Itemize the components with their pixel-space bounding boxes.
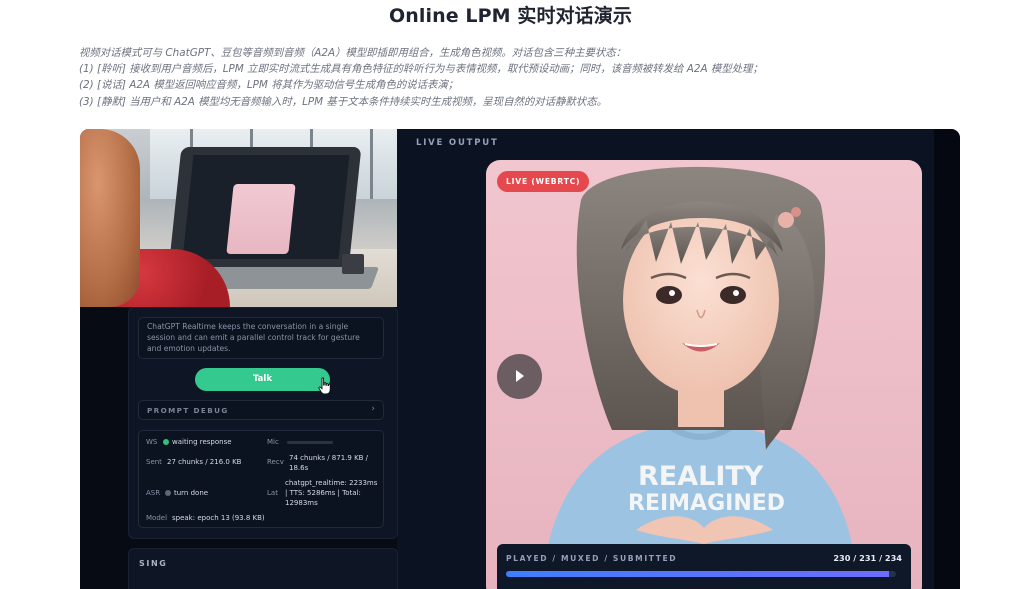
status-dot-icon [163, 439, 169, 445]
demo-video-panel: ChatGPT Realtime keeps the conversation … [80, 129, 960, 589]
camera-speaker [342, 254, 364, 274]
avatar-figure: REALITY REIMAGINED [541, 166, 858, 589]
model-value: speak: epoch 13 (93.8 KB) [172, 514, 265, 522]
prompt-debug-label: PROMPT DEBUG [147, 406, 229, 415]
description-line: (3) [静默] 当用户和 A2A 模型均无音频输入时，LPM 基于文本条件持续… [79, 95, 607, 108]
asr-status: turn done [165, 489, 208, 497]
hand-cursor-icon [318, 377, 331, 395]
sent-label: Sent [146, 458, 162, 466]
play-icon [516, 370, 524, 382]
description-line: 视频对话模式可与 ChatGPT、豆包等音频到音频（A2A）模型即插即用组合，生… [79, 47, 627, 59]
camera-laptop-avatar [226, 184, 296, 254]
recv-label: Recv [267, 458, 284, 466]
lat-label: Lat [267, 489, 278, 497]
recv-value: 74 chunks / 871.9 KB / 18.6s [289, 454, 369, 473]
talk-button[interactable]: Talk [195, 368, 330, 391]
ws-label: WS [146, 438, 158, 446]
progress-fill [506, 571, 890, 577]
live-video[interactable]: REALITY REIMAGINED LIVE (WEBRTC) [486, 160, 922, 589]
progress-track [506, 571, 896, 577]
description-line: (1) [聆听] 接收到用户音频后，LPM 立即实时流式生成具有角色特征的聆听行… [79, 63, 763, 76]
description-line: (2) [说话] A2A 模型返回响应音频，LPM 将其作为驱动信号生成角色的说… [79, 79, 459, 92]
asr-label: ASR [146, 489, 161, 497]
live-badge: LIVE (WEBRTC) [497, 171, 590, 192]
progress-label: PLAYED / MUXED / SUBMITTED [506, 554, 678, 563]
sent-value: 27 chunks / 216.0 KB [167, 458, 242, 466]
description: 视频对话模式可与 ChatGPT、豆包等音频到音频（A2A）模型即插即用组合，生… [79, 45, 979, 110]
chevron-right-icon: › [371, 404, 375, 414]
page-title: Online LPM 实时对话演示 [389, 5, 632, 27]
camera-user-hair [80, 129, 140, 307]
ws-status: waiting response [163, 438, 232, 446]
status-panel: WS waiting response Mic Sent 27 chunks /… [138, 430, 384, 528]
live-output-label: LIVE OUTPUT [416, 138, 499, 148]
mic-level-meter [287, 441, 333, 444]
playback-progress-card: PLAYED / MUXED / SUBMITTED 230 / 231 / 2… [497, 544, 911, 589]
progress-count: 230 / 231 / 234 [833, 553, 902, 563]
model-label: Model [146, 514, 168, 522]
mic-label: Mic [267, 438, 279, 446]
shirt-text-line1: REALITY [638, 461, 764, 492]
sing-section[interactable]: SING [128, 548, 398, 589]
prompt-debug-toggle[interactable]: PROMPT DEBUG › [138, 400, 384, 420]
camera-inset [80, 129, 397, 307]
ws-value: waiting response [172, 438, 232, 446]
control-note: ChatGPT Realtime keeps the conversation … [138, 317, 384, 359]
play-button[interactable] [497, 354, 542, 399]
status-dot-icon [165, 490, 171, 496]
lat-value: chatgpt_realtime: 2233ms | TTS: 5286ms |… [285, 479, 378, 508]
asr-value: turn done [174, 489, 209, 497]
right-edge-strip [934, 129, 960, 589]
shirt-text-line2: REIMAGINED [628, 491, 785, 516]
sing-label: SING [139, 559, 168, 568]
